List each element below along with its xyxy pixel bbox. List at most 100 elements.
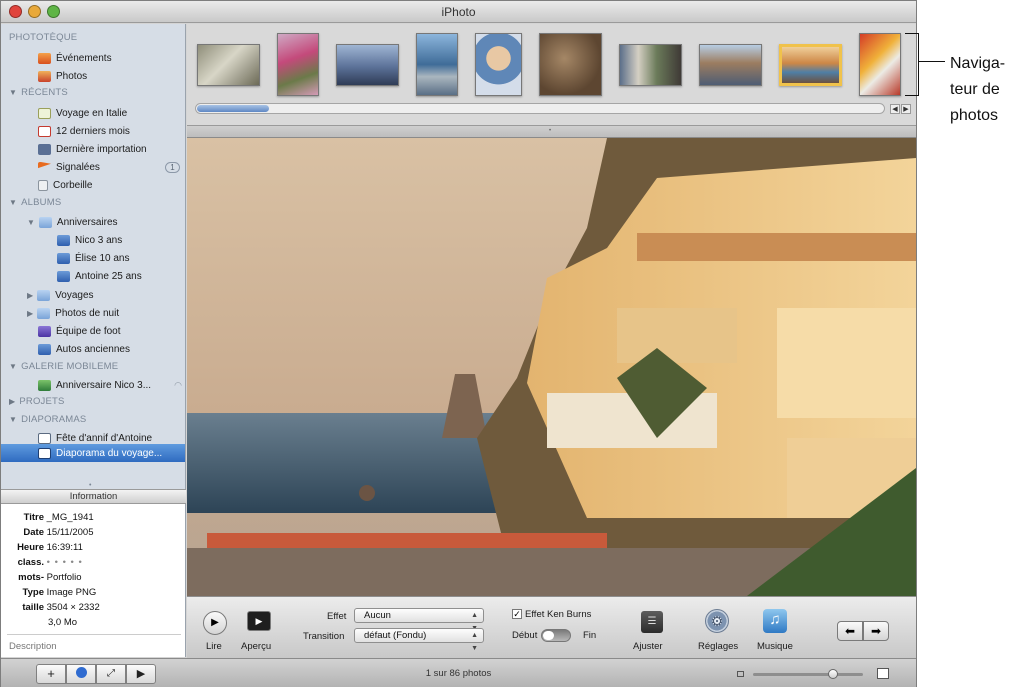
sidebar-item-mobileme-gallery[interactable]: Anniversaire Nico 3... ◠ [38,376,185,394]
photos-icon [38,70,51,82]
folder-icon [37,307,51,319]
gear-icon: ⚙ [710,613,724,629]
sidebar-item-events[interactable]: Événements [38,49,112,67]
music-label: Musique [757,641,793,652]
resize-handle-icon[interactable]: • [89,482,91,489]
info-value-dimensions: 3504 × 2332 [46,602,100,613]
zoom-slider-knob[interactable] [828,669,838,679]
settings-label: Réglages [698,641,739,652]
thumbnail-selected[interactable] [779,44,842,86]
sidebar-item-slideshow-trip[interactable]: Diaporama du voyage... [38,444,162,462]
preview-button[interactable]: ▶ [247,611,271,631]
toggle-knob[interactable] [543,631,554,640]
thumbnail[interactable] [197,44,260,86]
folder-icon [38,216,52,228]
album-icon [38,107,51,119]
play-label: Lire [206,641,222,652]
rating-stars[interactable]: • • • • • [47,557,83,568]
info-value-time[interactable]: 16:39:11 [47,542,83,553]
info-panel-header[interactable]: Information [1,489,186,504]
sidebar-folder-voyages[interactable]: ▶ Voyages [27,286,94,304]
thumbnail[interactable] [619,44,682,86]
arrow-left-icon: ⬅ [844,624,856,638]
sidebar-folder-night[interactable]: ▶ Photos de nuit [27,304,119,322]
start-end-toggle[interactable] [541,629,571,642]
adjust-button[interactable]: ☰ [641,611,663,633]
info-value-type: Image PNG [46,587,97,598]
sidebar-folder-anniversaires[interactable]: ▼ Anniversaires [27,213,118,231]
scrollbar-thumb[interactable] [197,105,269,112]
folder-icon [37,289,51,301]
info-label-time: Heure [17,542,44,553]
sidebar-item-antoine[interactable]: Antoine 25 ans [57,267,142,285]
description-field[interactable]: Description [9,641,57,652]
sidebar-item-italy[interactable]: Voyage en Italie [38,104,127,122]
sidebar-item-trash[interactable]: Corbeille [38,176,92,194]
section-albums[interactable]: ▼ ALBUMS [9,197,61,208]
info-value-keywords[interactable]: Portfolio [47,572,82,583]
gallery-icon [38,379,51,391]
calendar-icon [38,125,51,137]
previous-button[interactable]: ⬅ [837,621,863,641]
disclosure-triangle-icon: ▼ [9,88,18,97]
music-note-icon: ♫ [769,611,781,628]
photo-navigator: ◀ ▶ [187,24,916,126]
annotation-bracket [905,33,919,96]
sidebar-item-nico[interactable]: Nico 3 ans [57,231,122,249]
title-bar: iPhoto [1,1,916,23]
disclosure-triangle-icon: ▼ [9,415,18,424]
scroll-right-arrow-icon[interactable]: ▶ [901,104,911,114]
thumbnail[interactable] [859,33,901,96]
kenburns-checkbox[interactable]: ✓ [512,609,522,619]
navigator-splitter[interactable]: • [187,126,916,138]
smart-album-icon [38,325,51,337]
album-icon [38,343,51,355]
scroll-left-arrow-icon[interactable]: ◀ [890,104,900,114]
sidebar-item-last-import[interactable]: Dernière importation [38,140,147,158]
section-recent[interactable]: ▼ RÉCENTS [9,87,68,98]
events-icon [38,52,51,64]
settings-button[interactable]: ⚙ [705,609,729,633]
divider [7,634,181,635]
disclosure-triangle-icon: ▼ [9,362,18,371]
start-label: Début [512,630,538,641]
info-value-title[interactable]: _MG_1941 [47,512,94,523]
thumbnail[interactable] [416,33,458,96]
section-mobileme[interactable]: ▼ GALERIE MOBILEME [9,361,118,372]
album-icon [57,270,70,282]
effect-popup[interactable]: Aucun▲▼ [354,608,484,632]
arrow-right-icon: ➡ [870,624,882,638]
next-button[interactable]: ➡ [863,621,889,641]
info-value-date[interactable]: 15/11/2005 [47,527,94,538]
section-slideshows[interactable]: ▼ DIAPORAMAS [9,414,86,425]
adjust-label: Ajuster [633,641,663,652]
music-button[interactable]: ♫ [763,609,787,633]
sidebar-item-12-months[interactable]: 12 derniers mois [38,122,130,140]
large-photo-icon [877,668,889,679]
navigator-scrollbar[interactable] [195,103,885,114]
navigator-annotation: Naviga- teur de photos [950,55,1006,124]
section-library[interactable]: PHOTOTÈQUE [9,32,77,43]
thumbnail[interactable] [336,44,399,86]
thumbnail[interactable] [539,33,602,96]
zoom-slider[interactable] [753,669,863,679]
trash-icon [38,179,48,191]
info-label-rating: class. [17,557,44,568]
slideshow-icon [38,447,51,459]
transition-popup[interactable]: défaut (Fondu) ▲ ▼ [354,628,484,652]
source-list: PHOTOTÈQUE Événements Photos ▼ RÉCENTS Vo… [1,24,186,489]
sidebar-item-team[interactable]: Équipe de foot [38,322,121,340]
sidebar-item-photos[interactable]: Photos [38,67,87,85]
disclosure-triangle-icon: ▶ [27,290,34,300]
sidebar-item-elise[interactable]: Élise 10 ans [57,249,129,267]
thumbnail[interactable] [699,44,762,86]
sidebar-item-flagged[interactable]: Signalées 1 [38,158,185,176]
thumbnail[interactable] [277,33,319,96]
thumbnail[interactable] [475,33,522,96]
play-button[interactable]: ▶ [203,611,227,635]
info-label-type: Type [22,587,44,598]
broadcast-icon: ◠ [174,379,182,390]
info-label-date: Date [23,527,44,538]
section-projects[interactable]: ▶ PROJETS [9,396,65,407]
sidebar-item-cars[interactable]: Autos anciennes [38,340,130,358]
